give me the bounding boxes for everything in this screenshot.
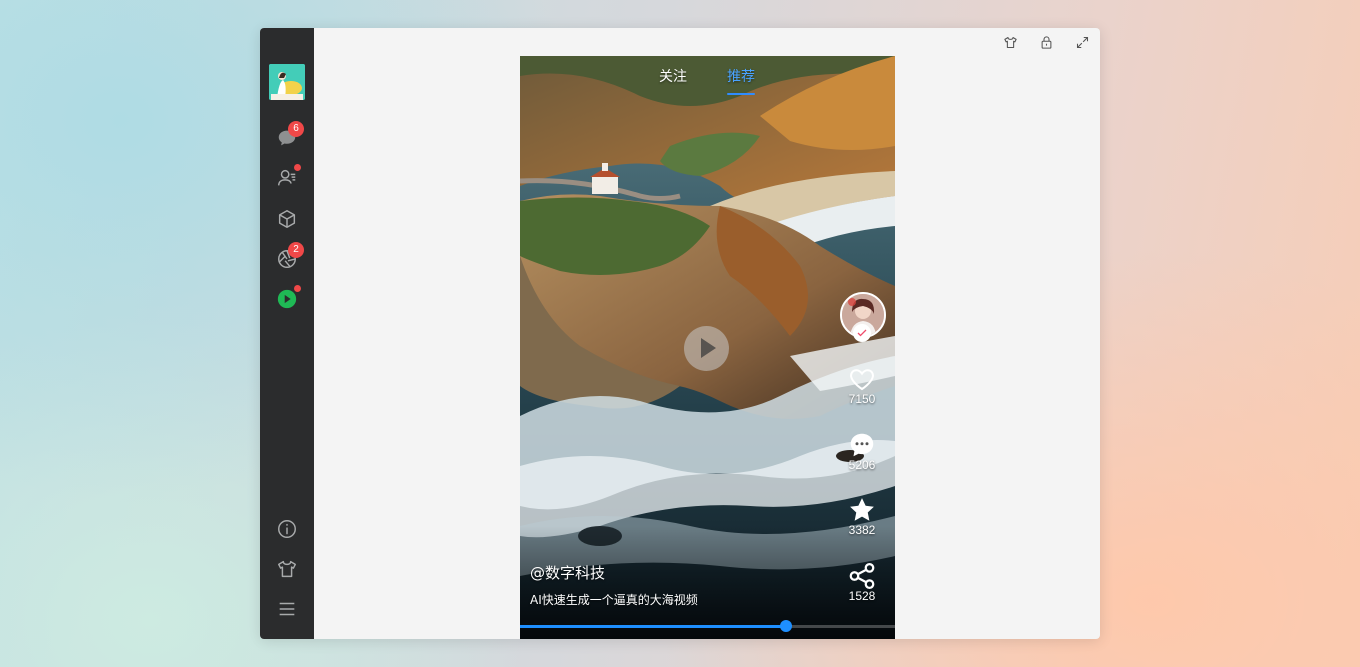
sidebar-item-info[interactable] xyxy=(274,516,300,542)
check-icon xyxy=(857,329,867,337)
progress-fill xyxy=(520,625,787,628)
share-count: 1528 xyxy=(848,589,876,603)
menu-icon xyxy=(279,602,295,616)
skin-button[interactable] xyxy=(1001,33,1019,51)
favorite-count: 3382 xyxy=(848,523,876,537)
fullscreen-icon xyxy=(1076,36,1088,48)
favorite-button[interactable]: 3382 xyxy=(838,495,886,537)
fullscreen-button[interactable] xyxy=(1073,33,1091,51)
like-button[interactable]: 7150 xyxy=(838,364,886,406)
sidebar-item-moments[interactable]: 2 xyxy=(274,242,304,272)
info-icon xyxy=(278,520,296,538)
feed-tabs: 关注 推荐 xyxy=(520,66,895,96)
comment-count: 5206 xyxy=(848,458,876,472)
video-author[interactable]: @数字科技 xyxy=(530,562,605,583)
star-icon xyxy=(850,498,874,521)
comment-button[interactable]: 5206 xyxy=(838,430,886,472)
sidebar-item-skin[interactable] xyxy=(274,556,300,582)
video-player[interactable]: 关注 推荐 7150 5206 3382 1528 @数字科技 AI快速生成一个… xyxy=(520,56,895,639)
progress-bar[interactable] xyxy=(520,620,895,632)
video-notification-dot xyxy=(294,285,301,292)
cube-icon xyxy=(278,210,296,228)
chat-unread-badge: 6 xyxy=(288,121,304,137)
skin-icon xyxy=(278,560,296,578)
lock-button[interactable] xyxy=(1037,33,1055,51)
lock-icon xyxy=(1041,35,1051,49)
app-window: 6 2 关注 推荐 7150 5206 3382 1528 @数字科技 AI快速… xyxy=(260,28,1100,639)
sidebar: 6 2 xyxy=(260,28,314,639)
video-description: AI快速生成一个逼真的大海视频 xyxy=(530,593,698,607)
comment-icon xyxy=(850,433,874,457)
sidebar-item-apps[interactable] xyxy=(274,206,300,232)
tab-recommended[interactable]: 推荐 xyxy=(727,66,755,86)
share-button[interactable]: 1528 xyxy=(838,561,886,603)
like-count: 7150 xyxy=(848,392,876,406)
sidebar-item-contacts[interactable] xyxy=(274,164,301,191)
heart-icon xyxy=(850,369,874,391)
sidebar-item-menu[interactable] xyxy=(274,596,300,622)
active-tab-indicator xyxy=(727,93,755,95)
contacts-notification-dot xyxy=(294,164,301,171)
share-icon xyxy=(849,563,875,589)
play-button[interactable] xyxy=(684,326,729,371)
follow-button[interactable] xyxy=(853,324,871,342)
user-avatar[interactable] xyxy=(269,64,305,100)
sidebar-item-chat[interactable]: 6 xyxy=(274,121,304,151)
moments-unread-badge: 2 xyxy=(288,242,304,258)
sidebar-item-video[interactable] xyxy=(274,285,301,312)
tab-following[interactable]: 关注 xyxy=(659,66,687,86)
skin-icon xyxy=(1003,36,1017,48)
